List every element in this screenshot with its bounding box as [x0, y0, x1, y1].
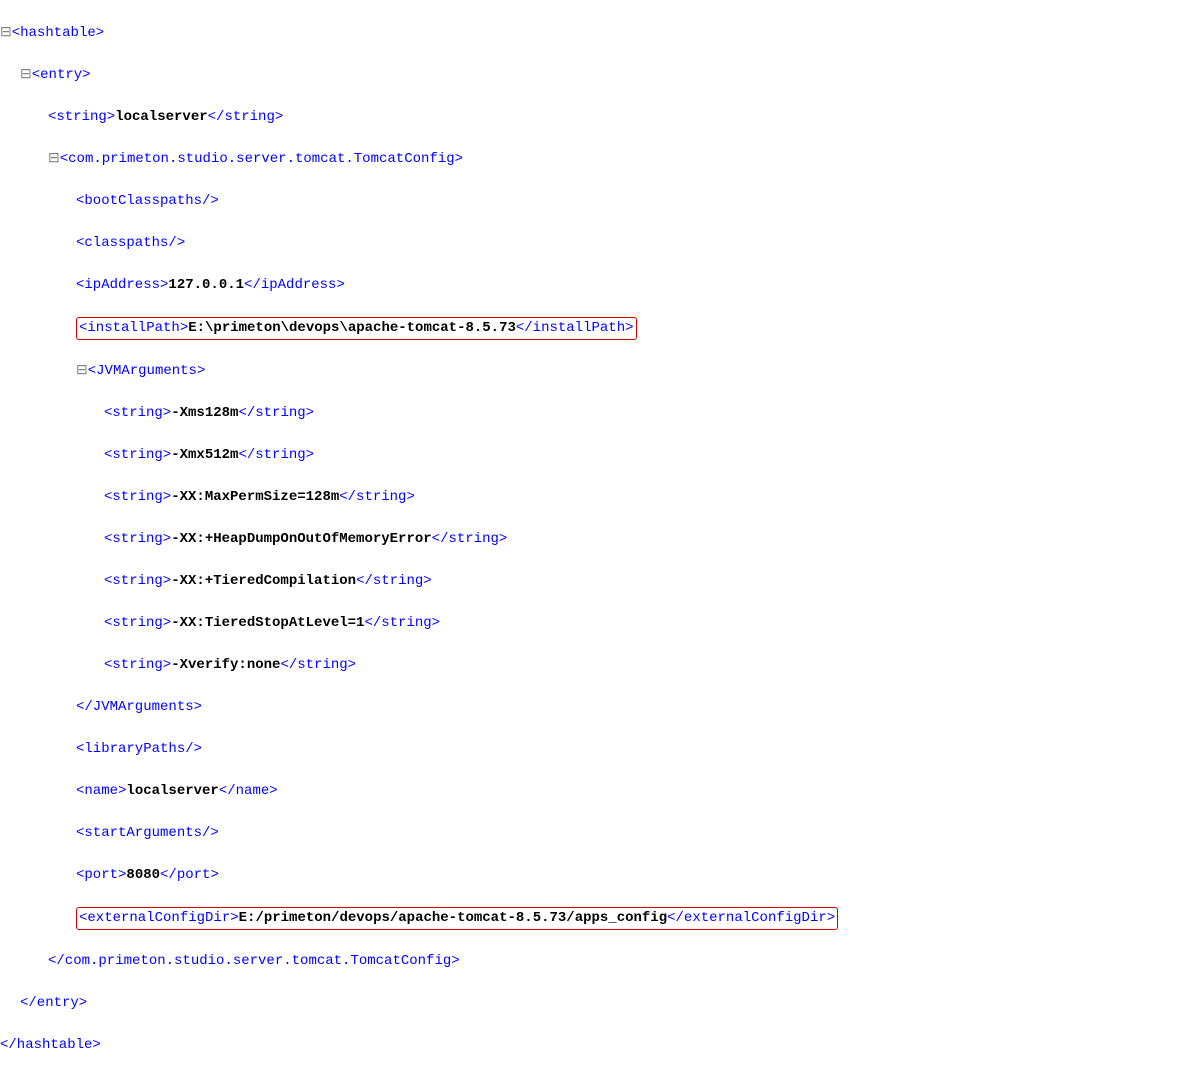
- text-port: 8080: [126, 867, 160, 883]
- tag-bootclasspaths: <bootClasspaths/>: [76, 193, 219, 209]
- code-line: <libraryPaths/>: [0, 739, 1184, 760]
- fold-icon[interactable]: ⊟: [48, 151, 60, 167]
- code-line: </com.primeton.studio.server.tomcat.Tomc…: [0, 951, 1184, 972]
- tag-ip-open: <ipAddress>: [76, 277, 168, 293]
- text-jvm-arg: -Xms128m: [171, 405, 238, 421]
- code-line: </hashtable>: [0, 1035, 1184, 1056]
- code-line: <externalConfigDir>E:/primeton/devops/ap…: [0, 907, 1184, 930]
- code-line: <installPath>E:\primeton\devops\apache-t…: [0, 317, 1184, 340]
- tag-name-close: </name>: [219, 783, 278, 799]
- text-jvm-arg: -XX:+HeapDumpOnOutOfMemoryError: [171, 531, 431, 547]
- tag-string-open: <string>: [104, 573, 171, 589]
- highlight-installpath: <installPath>E:\primeton\devops\apache-t…: [76, 317, 637, 340]
- tag-installpath-close: </installPath>: [516, 320, 634, 336]
- tag-string-close: </string>: [364, 615, 440, 631]
- code-line: <string>localserver</string>: [0, 107, 1184, 128]
- fold-icon[interactable]: ⊟: [20, 67, 32, 83]
- tag-port-close: </port>: [160, 867, 219, 883]
- tag-jvm-close: </JVMArguments>: [76, 699, 202, 715]
- code-line: <string>-Xmx512m</string>: [0, 445, 1184, 466]
- code-line: ⊟<JVMArguments>: [0, 361, 1184, 382]
- tag-string-close: </string>: [208, 109, 284, 125]
- text-jvm-arg: -Xmx512m: [171, 447, 238, 463]
- code-line: ⊟<com.primeton.studio.server.tomcat.Tomc…: [0, 149, 1184, 170]
- tag-string-close: </string>: [238, 447, 314, 463]
- text-installpath: E:\primeton\devops\apache-tomcat-8.5.73: [188, 320, 516, 336]
- tag-librarypaths: <libraryPaths/>: [76, 741, 202, 757]
- text-jvm-arg: -XX:TieredStopAtLevel=1: [171, 615, 364, 631]
- tag-string-open: <string>: [104, 615, 171, 631]
- tag-string-open: <string>: [48, 109, 115, 125]
- code-line: <string>-XX:+HeapDumpOnOutOfMemoryError<…: [0, 529, 1184, 550]
- text-jvm-arg: -XX:+TieredCompilation: [171, 573, 356, 589]
- code-line: <ipAddress>127.0.0.1</ipAddress>: [0, 275, 1184, 296]
- tag-string-open: <string>: [104, 531, 171, 547]
- fold-icon[interactable]: ⊟: [0, 25, 12, 41]
- tag-startarguments: <startArguments/>: [76, 825, 219, 841]
- tag-port-open: <port>: [76, 867, 126, 883]
- code-line: <port>8080</port>: [0, 865, 1184, 886]
- tag-name-open: <name>: [76, 783, 126, 799]
- code-line: </JVMArguments>: [0, 697, 1184, 718]
- code-line: ⊟<entry>: [0, 65, 1184, 86]
- tag-extconfig-close: </externalConfigDir>: [667, 910, 835, 926]
- text-jvm-arg: -Xverify:none: [171, 657, 280, 673]
- fold-icon[interactable]: ⊟: [76, 363, 88, 379]
- xml-code-block: ⊟<hashtable> ⊟<entry> <string>localserve…: [0, 0, 1184, 1079]
- tag-string-close: </string>: [356, 573, 432, 589]
- code-line: <string>-Xverify:none</string>: [0, 655, 1184, 676]
- tag-hashtable-close: </hashtable>: [0, 1037, 101, 1053]
- code-line: <bootClasspaths/>: [0, 191, 1184, 212]
- text-name: localserver: [126, 783, 218, 799]
- code-line: <string>-Xms128m</string>: [0, 403, 1184, 424]
- text-localserver: localserver: [115, 109, 207, 125]
- tag-ip-close: </ipAddress>: [244, 277, 345, 293]
- code-line: </entry>: [0, 993, 1184, 1014]
- tag-entry-close: </entry>: [20, 995, 87, 1011]
- tag-jvm-open: <JVMArguments>: [88, 363, 206, 379]
- code-line: <string>-XX:+TieredCompilation</string>: [0, 571, 1184, 592]
- tag-string-open: <string>: [104, 489, 171, 505]
- code-line: <classpaths/>: [0, 233, 1184, 254]
- tag-config-open: <com.primeton.studio.server.tomcat.Tomca…: [60, 151, 463, 167]
- code-line: ⊟<hashtable>: [0, 23, 1184, 44]
- tag-extconfig-open: <externalConfigDir>: [79, 910, 239, 926]
- highlight-externalconfigdir: <externalConfigDir>E:/primeton/devops/ap…: [76, 907, 838, 930]
- tag-string-close: </string>: [432, 531, 508, 547]
- tag-string-open: <string>: [104, 657, 171, 673]
- tag-string-close: </string>: [339, 489, 415, 505]
- tag-hashtable-open: <hashtable>: [12, 25, 104, 41]
- tag-string-close: </string>: [238, 405, 314, 421]
- tag-config-close: </com.primeton.studio.server.tomcat.Tomc…: [48, 953, 460, 969]
- code-line: <string>-XX:TieredStopAtLevel=1</string>: [0, 613, 1184, 634]
- text-ip: 127.0.0.1: [168, 277, 244, 293]
- tag-string-open: <string>: [104, 447, 171, 463]
- tag-string-open: <string>: [104, 405, 171, 421]
- code-line: <startArguments/>: [0, 823, 1184, 844]
- tag-entry-open: <entry>: [32, 67, 91, 83]
- text-jvm-arg: -XX:MaxPermSize=128m: [171, 489, 339, 505]
- text-extconfig: E:/primeton/devops/apache-tomcat-8.5.73/…: [239, 910, 667, 926]
- code-line: <name>localserver</name>: [0, 781, 1184, 802]
- tag-installpath-open: <installPath>: [79, 320, 188, 336]
- code-line: <string>-XX:MaxPermSize=128m</string>: [0, 487, 1184, 508]
- tag-string-close: </string>: [280, 657, 356, 673]
- tag-classpaths: <classpaths/>: [76, 235, 185, 251]
